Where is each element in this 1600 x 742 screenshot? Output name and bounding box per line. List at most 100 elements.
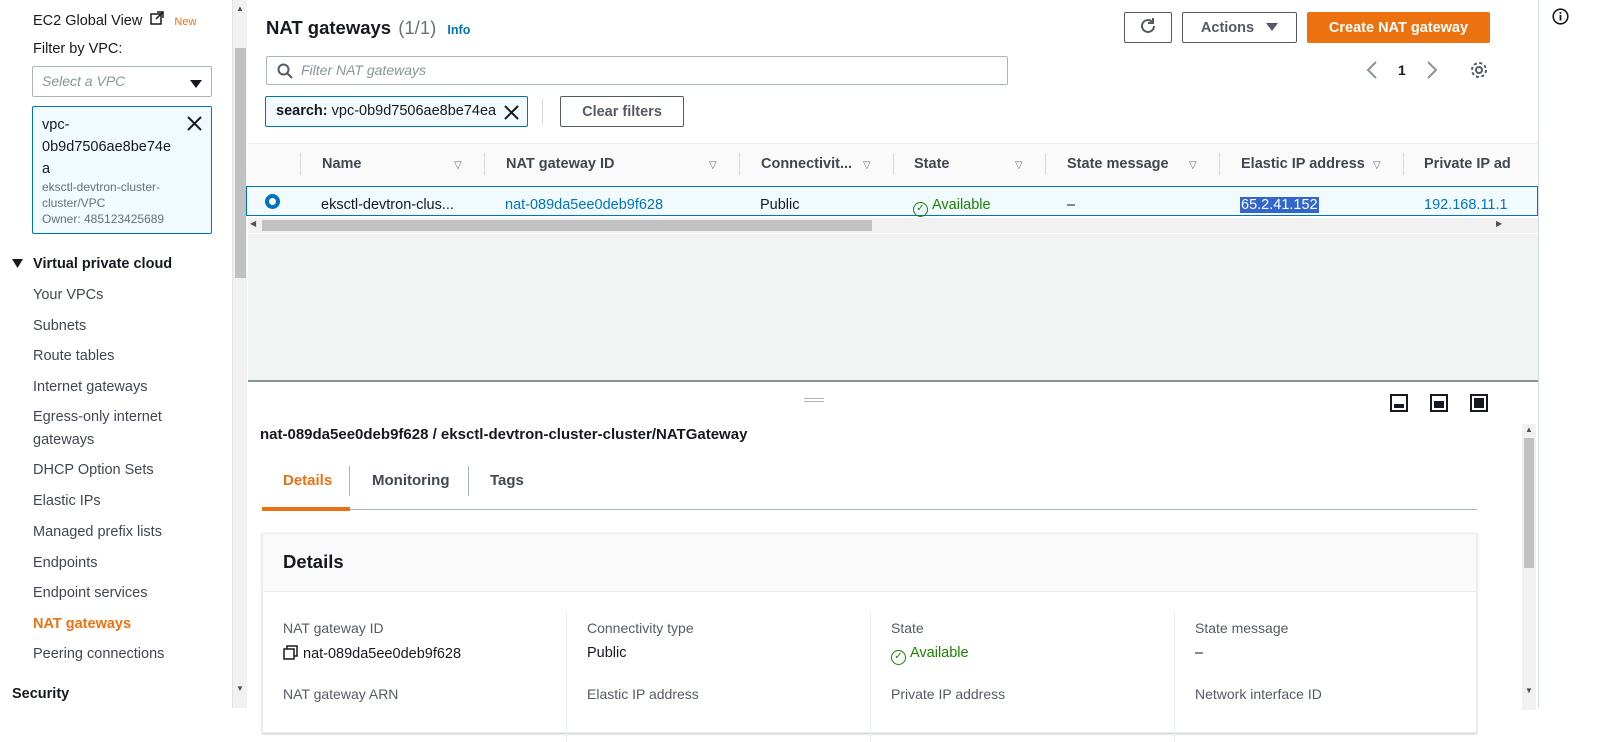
create-nat-gateway-button[interactable]: Create NAT gateway xyxy=(1307,12,1490,43)
scrollbar-thumb[interactable] xyxy=(262,220,872,231)
details-header xyxy=(263,534,1476,592)
settings-gear-icon[interactable] xyxy=(1470,61,1488,82)
scrollbar-thumb[interactable] xyxy=(1524,438,1534,568)
filter-input[interactable]: Filter NAT gateways xyxy=(266,56,1008,85)
field-label-state-message: State message xyxy=(1195,620,1289,636)
cell-connectivity: Public xyxy=(760,197,800,213)
main-content: NAT gateways (1/1) Info Actions Create N… xyxy=(246,0,1538,742)
field-label-nat-gateway-arn: NAT gateway ARN xyxy=(283,686,399,702)
column-header-private-ip-address[interactable]: Private IP ad xyxy=(1424,156,1511,172)
sidebar-item-egress-only-internet-gateways-line2[interactable]: gateways xyxy=(33,432,94,448)
side-navigation: EC2 Global View New Filter by VPC: Selec… xyxy=(0,0,230,708)
field-label-private-ip-address: Private IP address xyxy=(891,686,1006,702)
sidebar-scrollbar[interactable]: ▲ ▼ xyxy=(232,0,247,708)
panel-position-side-icon[interactable] xyxy=(1430,394,1448,415)
sidebar-item-dhcp-option-sets[interactable]: DHCP Option Sets xyxy=(33,462,154,478)
tab-details[interactable]: Details xyxy=(283,472,332,489)
field-value-state: ✓ Available xyxy=(891,645,969,665)
divider xyxy=(262,509,1477,510)
divider xyxy=(1403,153,1404,175)
divider xyxy=(870,612,871,742)
scroll-down-arrow-icon[interactable]: ▼ xyxy=(236,684,244,693)
next-page-icon[interactable] xyxy=(1426,61,1438,82)
divider xyxy=(893,153,894,175)
divider xyxy=(468,466,469,496)
resize-handle[interactable] xyxy=(804,398,824,402)
sort-icon[interactable]: ▽ xyxy=(863,160,871,171)
panel-scrollbar[interactable]: ▲ ▼ xyxy=(1522,424,1536,710)
sidebar-item-route-tables[interactable]: Route tables xyxy=(33,348,114,364)
tab-tags[interactable]: Tags xyxy=(490,472,524,489)
cell-name: eksctl-devtron-clus... xyxy=(321,197,454,213)
divider xyxy=(349,466,350,496)
sidebar-item-your-vpcs[interactable]: Your VPCs xyxy=(33,287,103,303)
sidebar-item-internet-gateways[interactable]: Internet gateways xyxy=(33,379,147,395)
previous-page-icon[interactable] xyxy=(1366,61,1378,82)
sort-icon[interactable]: ▽ xyxy=(1015,160,1023,171)
scroll-left-arrow-icon[interactable]: ◀ xyxy=(250,219,256,228)
column-header-name[interactable]: Name xyxy=(322,156,362,172)
column-header-nat-gateway-id[interactable]: NAT gateway ID xyxy=(506,156,615,172)
divider xyxy=(1219,153,1220,175)
sidebar-item-endpoints[interactable]: Endpoints xyxy=(33,555,98,571)
column-header-state[interactable]: State xyxy=(914,156,949,172)
dismiss-token-icon[interactable] xyxy=(187,116,202,134)
vpc-select[interactable]: Select a VPC xyxy=(32,66,212,97)
field-label-connectivity-type: Connectivity type xyxy=(587,620,694,636)
sort-icon[interactable]: ▽ xyxy=(1373,160,1381,171)
sidebar-item-subnets[interactable]: Subnets xyxy=(33,318,86,334)
cell-elastic-ip-address: 65.2.41.152 xyxy=(1240,197,1319,213)
column-header-elastic-ip-address[interactable]: Elastic IP address xyxy=(1241,156,1365,172)
external-link-icon xyxy=(150,11,165,29)
tab-monitoring[interactable]: Monitoring xyxy=(372,472,449,489)
search-icon xyxy=(277,63,293,82)
sidebar-item-managed-prefix-lists[interactable]: Managed prefix lists xyxy=(33,524,162,540)
filter-by-vpc-label: Filter by VPC: xyxy=(33,41,123,57)
page-title: NAT gateways (1/1) Info xyxy=(266,17,471,38)
caret-down-icon xyxy=(12,256,23,272)
sidebar-item-peering-connections[interactable]: Peering connections xyxy=(33,646,164,662)
divider xyxy=(484,153,485,175)
copy-icon[interactable] xyxy=(283,645,298,664)
divider xyxy=(739,153,740,175)
field-label-state: State xyxy=(891,620,924,636)
row-radio-selected[interactable] xyxy=(265,194,280,209)
field-label-elastic-ip-address: Elastic IP address xyxy=(587,686,699,702)
divider xyxy=(566,612,567,742)
section-security[interactable]: Security xyxy=(12,686,69,702)
search-filter-token: search: vpc-0b9d7506ae8be74ea xyxy=(265,96,528,127)
scroll-up-arrow-icon[interactable]: ▲ xyxy=(1525,425,1533,434)
divider xyxy=(300,153,301,175)
sort-icon[interactable]: ▽ xyxy=(454,160,462,171)
divider xyxy=(1045,153,1046,175)
sidebar-item-egress-only-internet-gateways[interactable]: Egress-only internet xyxy=(33,409,162,425)
cell-nat-gateway-id-link[interactable]: nat-089da5ee0deb9f628 xyxy=(505,197,663,213)
active-tab-indicator xyxy=(262,507,350,511)
sidebar-item-nat-gateways[interactable]: NAT gateways xyxy=(33,616,131,632)
sort-icon[interactable]: ▽ xyxy=(709,160,717,171)
scroll-up-arrow-icon[interactable]: ▲ xyxy=(236,4,244,13)
info-link[interactable]: Info xyxy=(447,23,470,37)
scroll-down-arrow-icon[interactable]: ▼ xyxy=(1525,686,1533,695)
sidebar-item-endpoint-services[interactable]: Endpoint services xyxy=(33,585,147,601)
scroll-right-arrow-icon[interactable]: ▶ xyxy=(1496,219,1502,228)
ec2-global-view-link[interactable]: EC2 Global View New xyxy=(33,11,196,29)
info-icon[interactable] xyxy=(1552,8,1569,28)
cell-state-message: – xyxy=(1067,197,1076,213)
column-header-state-message[interactable]: State message xyxy=(1067,156,1169,172)
refresh-icon xyxy=(1139,17,1157,39)
panel-maximize-icon[interactable] xyxy=(1470,394,1488,415)
dismiss-token-icon[interactable] xyxy=(504,105,519,123)
field-value-connectivity-type: Public xyxy=(587,645,627,661)
sidebar-item-elastic-ips[interactable]: Elastic IPs xyxy=(33,493,101,509)
horizontal-scrollbar[interactable]: ◀ ▶ xyxy=(248,218,1538,233)
refresh-button[interactable] xyxy=(1124,12,1172,43)
actions-button[interactable]: Actions xyxy=(1182,12,1297,43)
sort-icon[interactable]: ▽ xyxy=(1189,160,1197,171)
column-header-connectivity[interactable]: Connectivit... xyxy=(761,156,852,172)
page-number[interactable]: 1 xyxy=(1398,62,1406,78)
clear-filters-button[interactable]: Clear filters xyxy=(560,96,684,127)
section-virtual-private-cloud[interactable]: Virtual private cloud xyxy=(12,256,172,272)
scrollbar-thumb[interactable] xyxy=(235,48,246,278)
panel-position-bottom-icon[interactable] xyxy=(1390,394,1408,415)
